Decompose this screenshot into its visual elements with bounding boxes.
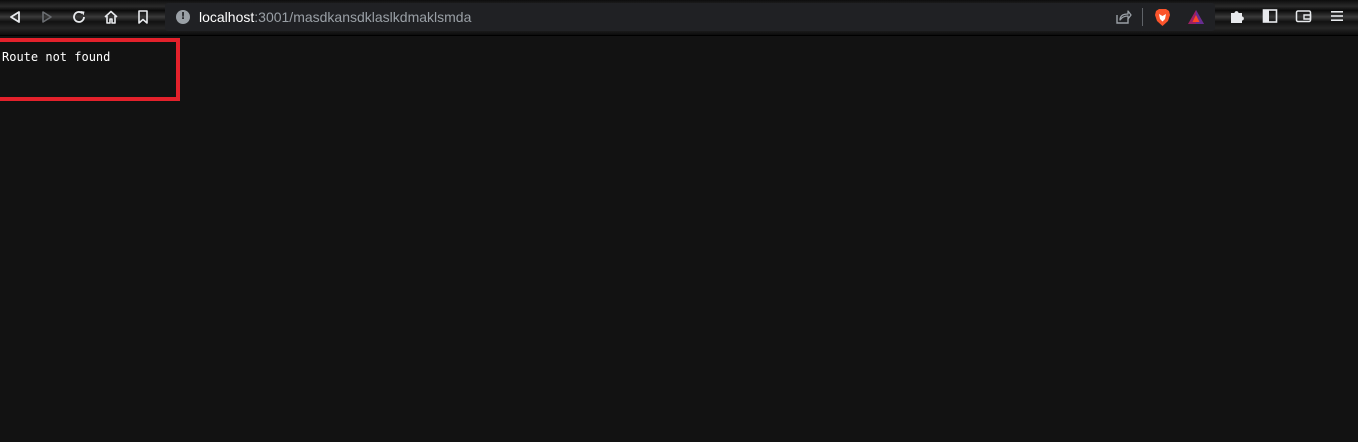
reload-button[interactable] (69, 7, 89, 27)
forward-button[interactable] (37, 7, 57, 27)
reload-icon (73, 11, 85, 23)
home-button[interactable] (101, 7, 121, 27)
home-icon (104, 10, 118, 24)
back-button[interactable] (5, 7, 25, 27)
url-path: :3001/masdkansdklaslkdmaklsmda (254, 9, 472, 25)
browser-toolbar: ! localhost:3001/masdkansdklaslkdmaklsmd… (0, 0, 1358, 36)
bookmark-button[interactable] (133, 7, 153, 27)
brave-lion-icon[interactable] (1154, 8, 1171, 27)
info-icon[interactable]: ! (176, 10, 190, 24)
bat-triangle-icon[interactable] (1187, 9, 1205, 25)
url-host: localhost (199, 9, 255, 25)
url-text[interactable]: localhost:3001/masdkansdklaslkdmaklsmda (199, 9, 471, 25)
puzzle-piece-icon[interactable] (1229, 8, 1245, 24)
bookmark-icon (138, 10, 148, 24)
back-arrow-icon (10, 11, 20, 23)
highlight-annotation-box (0, 38, 180, 101)
forward-arrow-icon (42, 11, 52, 23)
sidebar-icon[interactable] (1262, 8, 1278, 24)
address-bar-divider (1142, 8, 1143, 26)
wallet-icon[interactable] (1295, 8, 1312, 24)
address-bar[interactable]: ! localhost:3001/masdkansdklaslkdmaklsmd… (165, 3, 1215, 31)
share-icon[interactable] (1115, 9, 1132, 25)
hamburger-menu-icon[interactable] (1330, 8, 1344, 24)
